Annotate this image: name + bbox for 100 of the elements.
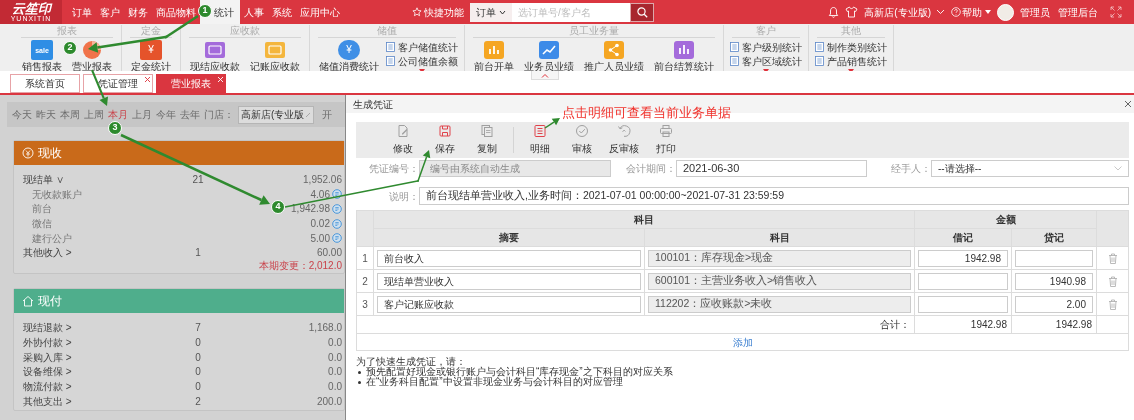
toolbar-button[interactable]: 明细: [519, 124, 561, 156]
field-label: 会计期间：: [625, 162, 676, 176]
toolbar-button[interactable]: 修改: [382, 124, 424, 156]
detail-icon: [332, 203, 342, 214]
search-icon: [636, 6, 648, 18]
admin-link[interactable]: 管理后台: [1058, 4, 1098, 20]
row-label: 采购入库 >: [23, 350, 73, 365]
nav-item[interactable]: 商品物料: [152, 0, 200, 24]
trash-icon[interactable]: [1107, 276, 1118, 288]
group-title: 员工业务量: [473, 25, 715, 38]
ribbon-link[interactable]: 客户级别统计: [730, 40, 802, 54]
nav-item[interactable]: 系统: [268, 0, 296, 24]
row-amount: 4.06: [310, 187, 330, 202]
period-field[interactable]: 2021-06-30: [676, 160, 867, 177]
chevron-icon: [1114, 166, 1122, 171]
summary-field[interactable]: 前台收入: [377, 249, 641, 267]
store-dropdown[interactable]: 高新店(专业版): [864, 4, 945, 20]
ribbon-button[interactable]: 业务员业绩: [521, 40, 577, 72]
caret-icon: [499, 9, 506, 15]
nav-item[interactable]: 客户: [96, 0, 124, 24]
row-count: 7: [194, 321, 202, 336]
ribbon-link[interactable]: 产品销售统计: [815, 54, 887, 68]
amount-field[interactable]: [1015, 249, 1093, 267]
document-icon: [386, 42, 395, 52]
coin-icon: [22, 147, 34, 159]
fullscreen-icon[interactable]: [1110, 6, 1122, 18]
toolbar-button[interactable]: 保存: [424, 124, 466, 156]
row-label: 其他支出 >: [23, 394, 73, 409]
toolbar-button[interactable]: 复制: [466, 124, 508, 156]
close-icon[interactable]: [1124, 100, 1132, 108]
tab[interactable]: 凭证管理: [83, 74, 153, 93]
help-button[interactable]: 帮助: [951, 4, 991, 20]
row-label: 微信: [31, 217, 53, 232]
row-count: 0: [194, 350, 202, 365]
detail-icon: [332, 233, 342, 244]
bullet-icon: [358, 370, 361, 374]
amount-field[interactable]: 1942.98: [918, 249, 1008, 267]
column-header: 金额: [914, 210, 1097, 229]
quick-functions-button[interactable]: 快捷功能: [412, 0, 464, 24]
amount-field[interactable]: [918, 295, 1008, 313]
document-icon: [386, 56, 395, 66]
amount-field[interactable]: 1940.98: [1015, 272, 1093, 290]
total-cell: 1942.98: [914, 315, 1012, 334]
nav-item[interactable]: 应用中心: [296, 0, 344, 24]
trash-icon[interactable]: [1107, 299, 1118, 311]
trash-icon[interactable]: [1107, 253, 1118, 265]
ribbon-link[interactable]: 公司储值余额: [386, 54, 458, 68]
nav-item[interactable]: 订单: [68, 0, 96, 24]
store-select[interactable]: 高新店(专业版: [238, 105, 315, 124]
card-title: 现收: [38, 145, 62, 162]
note-text: 预先配置好现金或银行账户与会计科目“库存现金”之下科目的对应关系: [366, 367, 673, 377]
row-count: 0: [194, 365, 202, 380]
account-field[interactable]: 112202：应收账款>未收: [648, 295, 911, 313]
tab[interactable]: 营业报表: [156, 74, 226, 93]
chevron-up-icon: [541, 72, 549, 78]
add-link[interactable]: 添加: [732, 336, 753, 348]
toolbar-button[interactable]: 审核: [561, 124, 603, 156]
ribbon-link[interactable]: 客户区域统计: [730, 54, 802, 68]
document-icon: [815, 42, 824, 52]
amount-field[interactable]: 2.00: [1015, 295, 1093, 313]
row-amount: 1,952.06: [303, 173, 342, 187]
caret-icon: [985, 10, 991, 14]
list-icon: [533, 124, 547, 138]
shirt-icon[interactable]: [845, 6, 859, 18]
avatar[interactable]: [997, 3, 1014, 21]
description-field[interactable]: 前台现结单营业收入,业务时间：2021-07-01 00:00:00~2021-07-31 23:59:59: [419, 187, 1129, 205]
bell-icon[interactable]: [828, 6, 840, 18]
card-icon: [264, 40, 286, 60]
row-amount: 200.0: [316, 394, 342, 409]
account-field[interactable]: 100101：库存现金>现金: [648, 249, 911, 267]
row-amount: 0.0: [328, 335, 342, 350]
search-scope-dropdown[interactable]: 订单: [470, 2, 512, 22]
nav-item[interactable]: 人事: [240, 0, 268, 24]
collapse-button[interactable]: [531, 71, 559, 80]
ribbon-link[interactable]: 制作类别统计: [815, 40, 887, 54]
toolbar-button[interactable]: 反审核: [603, 124, 645, 156]
toolbar-button[interactable]: 打印: [645, 124, 687, 156]
summary-field[interactable]: 现结单营业收入: [377, 272, 641, 290]
bar-chart-icon: [483, 40, 505, 60]
summary-field[interactable]: 客户记账应收款: [377, 295, 641, 313]
document-icon: [730, 56, 739, 66]
dialog-title: 生成凭证: [353, 97, 393, 112]
nav-item[interactable]: 财务: [124, 0, 152, 24]
ribbon-link[interactable]: 客户储值统计: [386, 40, 458, 54]
row-count: 1: [194, 246, 202, 261]
undo-icon: [617, 124, 631, 138]
ribbon-button[interactable]: 前台开单: [471, 40, 517, 72]
user-name: 管理员: [1020, 5, 1050, 20]
arrow: [544, 118, 560, 129]
amount-field[interactable]: [918, 272, 1008, 290]
handler-select[interactable]: --请选择--: [931, 160, 1129, 177]
account-field[interactable]: 600101：主营业务收入>销售收入: [648, 272, 911, 290]
row-label: 现结退款 >: [23, 321, 73, 336]
edit-icon: [396, 124, 410, 138]
yen-coin-icon: ¥: [338, 40, 360, 60]
search-button[interactable]: [630, 2, 654, 22]
tab[interactable]: 系统首页: [10, 74, 80, 93]
field-label: 经手人：: [890, 162, 931, 176]
close-icon[interactable]: [144, 76, 151, 83]
row-label: 设备维保 >: [23, 365, 73, 380]
